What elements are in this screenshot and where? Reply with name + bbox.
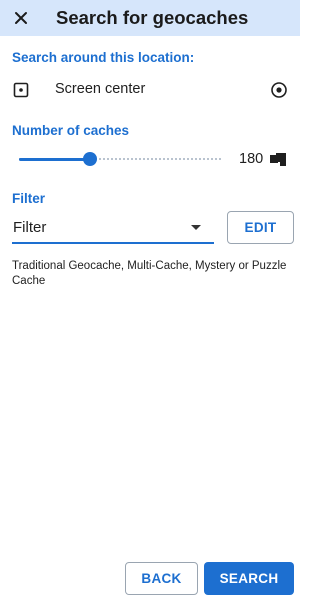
slider-fill — [19, 158, 90, 161]
edit-filter-button[interactable]: EDIT — [227, 211, 294, 244]
location-section-label: Search around this location: — [12, 50, 195, 65]
page-title: Search for geocaches — [56, 7, 249, 28]
cache-stack-icon — [268, 151, 288, 167]
target-location-icon — [271, 82, 287, 98]
location-value[interactable]: Screen center — [55, 81, 145, 97]
filter-dropdown[interactable]: Filter — [12, 211, 214, 244]
cache-count-value: 180 — [239, 151, 264, 167]
caches-section-label: Number of caches — [12, 123, 130, 138]
map-center-icon — [12, 81, 30, 99]
close-icon — [15, 12, 27, 24]
back-button[interactable]: BACK — [125, 562, 198, 595]
filter-section-label: Filter — [12, 191, 46, 206]
filter-description: Traditional Geocache, Multi-Cache, Myste… — [12, 260, 287, 287]
dropdown-arrow-icon — [191, 225, 201, 230]
search-button[interactable]: SEARCH — [204, 562, 294, 595]
slider-thumb[interactable] — [83, 152, 97, 166]
close-button[interactable] — [9, 6, 33, 30]
filter-selected-value: Filter — [13, 219, 47, 236]
top-app-bar: Search for geocaches — [0, 0, 300, 36]
cache-count-slider[interactable] — [19, 151, 221, 167]
target-location-button[interactable] — [269, 80, 289, 100]
